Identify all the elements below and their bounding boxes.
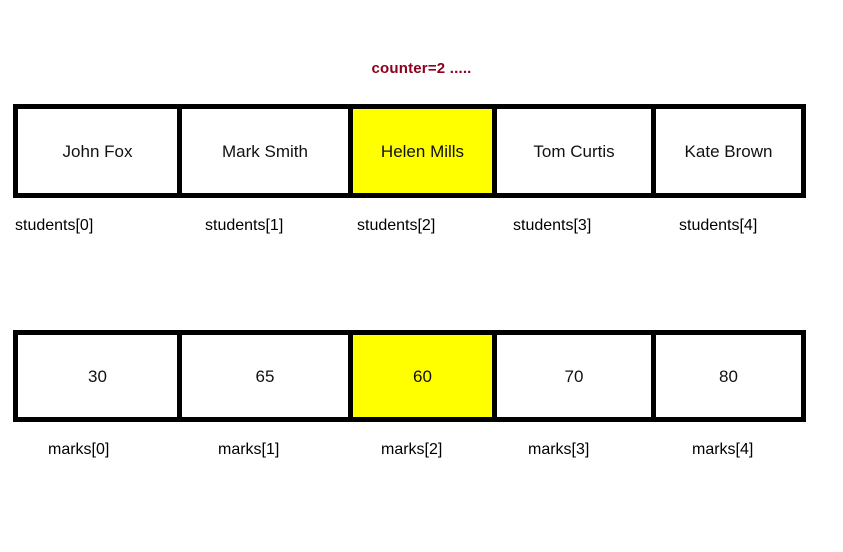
students-cell-4[interactable]: Kate Brown <box>656 109 801 193</box>
students-cell-3[interactable]: Tom Curtis <box>497 109 656 193</box>
marks-index-label-1: marks[1] <box>218 441 280 458</box>
students-cell-0-value: John Fox <box>62 141 133 161</box>
marks-cell-1-value: 65 <box>255 366 275 386</box>
students-index-label-1: students[1] <box>205 217 284 234</box>
marks-cell-0-value: 30 <box>88 366 107 386</box>
marks-cell-3-value: 70 <box>564 366 584 386</box>
students-cell-3-value: Tom Curtis <box>533 141 615 161</box>
marks-index-label-3: marks[3] <box>528 441 590 458</box>
students-cell-1[interactable]: Mark Smith <box>182 109 353 193</box>
students-cell-1-value: Mark Smith <box>222 141 308 161</box>
students-cell-2-value: Helen Mills <box>380 141 465 161</box>
students-index-label-0: students[0] <box>15 217 94 234</box>
students-array-row: John Fox Mark Smith Helen Mills Tom Curt… <box>13 104 806 198</box>
students-index-label-2: students[2] <box>357 217 436 234</box>
diagram-canvas: counter=2 ..... John Fox Mark Smith Hele… <box>0 0 843 552</box>
marks-cell-1[interactable]: 65 <box>182 335 353 417</box>
marks-cell-0[interactable]: 30 <box>18 335 182 417</box>
marks-cell-4-value: 80 <box>719 366 738 386</box>
marks-array-row: 30 65 60 70 80 <box>13 330 806 422</box>
marks-cell-2[interactable]: 60 <box>353 335 497 417</box>
students-cell-2[interactable]: Helen Mills <box>353 109 497 193</box>
marks-cell-2-value: 60 <box>413 366 432 386</box>
students-cell-0[interactable]: John Fox <box>18 109 182 193</box>
marks-index-label-2: marks[2] <box>381 441 443 458</box>
counter-annotation: counter=2 ..... <box>371 60 472 77</box>
students-cell-4-value: Kate Brown <box>684 141 773 161</box>
marks-index-label-0: marks[0] <box>48 441 110 458</box>
students-index-label-3: students[3] <box>513 217 592 234</box>
students-index-label-4: students[4] <box>679 217 758 234</box>
marks-cell-4[interactable]: 80 <box>656 335 801 417</box>
marks-index-label-4: marks[4] <box>692 441 754 458</box>
marks-cell-3[interactable]: 70 <box>497 335 656 417</box>
